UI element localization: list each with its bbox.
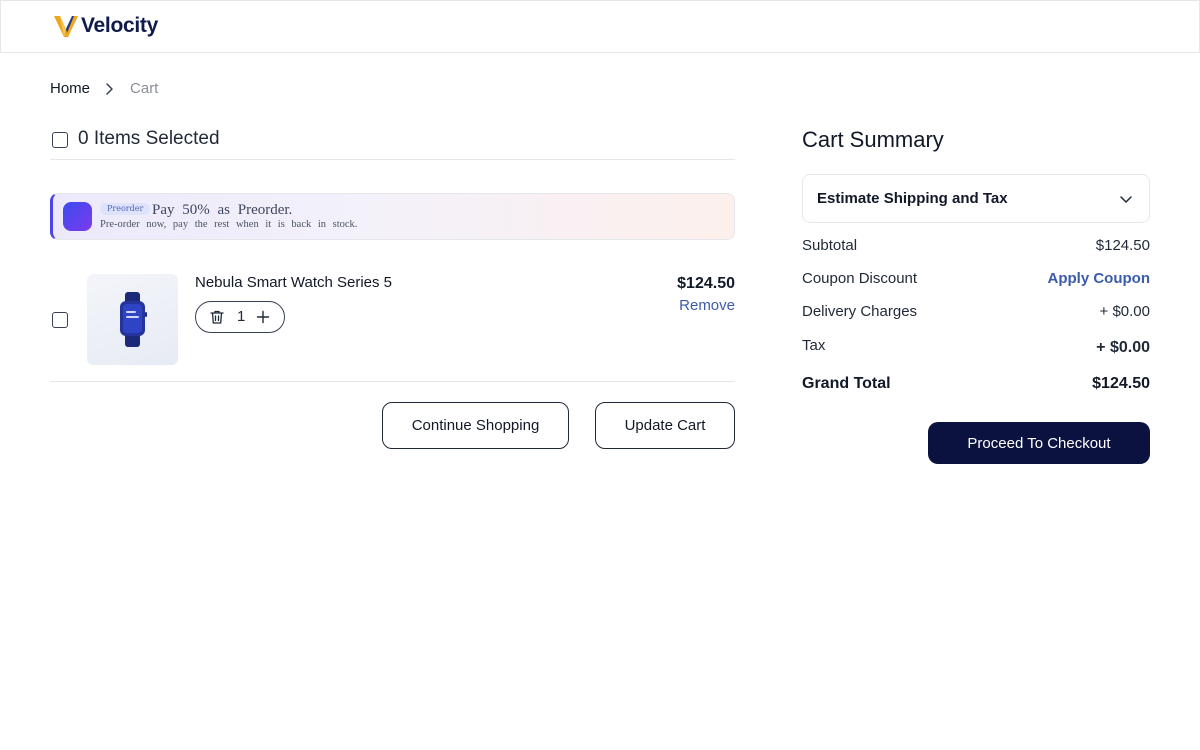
product-image[interactable] — [87, 274, 178, 365]
cart-summary-title: Cart Summary — [802, 127, 944, 152]
subtotal-label: Subtotal — [802, 237, 858, 254]
chevron-right-icon — [106, 82, 113, 95]
brand-name: Velocity — [81, 14, 158, 37]
apply-coupon-link[interactable]: Apply Coupon — [1048, 270, 1150, 287]
breadcrumb-home-link[interactable]: Home — [50, 80, 90, 97]
delivery-row: Delivery Charges + $0.00 — [802, 303, 1150, 320]
smart-watch-icon — [120, 292, 147, 347]
quantity-stepper: 1 — [195, 301, 285, 333]
breadcrumb-current: Cart — [130, 80, 159, 97]
select-all-row: 0 Items Selected — [50, 127, 735, 160]
tax-value: + $0.00 — [1096, 339, 1150, 356]
update-cart-button[interactable]: Update Cart — [595, 402, 735, 449]
estimate-shipping-label: Estimate Shipping and Tax — [817, 190, 1008, 207]
delivery-label: Delivery Charges — [802, 303, 918, 320]
item-price: $124.50 — [677, 275, 735, 292]
velocity-logo-icon — [54, 16, 78, 37]
grand-total-value: $124.50 — [1092, 375, 1150, 392]
tax-row: Tax + $0.00 — [802, 337, 1150, 356]
product-name[interactable]: Nebula Smart Watch Series 5 — [195, 274, 392, 291]
subtotal-row: Subtotal $124.50 — [802, 237, 1150, 254]
grand-total-label: Grand Total — [802, 375, 891, 392]
coupon-row: Coupon Discount Apply Coupon — [802, 270, 1150, 287]
select-all-checkbox[interactable] — [52, 132, 68, 148]
continue-shopping-button[interactable]: Continue Shopping — [382, 402, 569, 449]
estimate-shipping-dropdown[interactable]: Estimate Shipping and Tax — [802, 174, 1150, 223]
preorder-subtitle: Pre-order now, pay the rest when it is b… — [100, 219, 358, 230]
chevron-down-icon — [1120, 196, 1132, 203]
trash-icon[interactable] — [209, 309, 225, 325]
cart-item-row: Nebula Smart Watch Series 5 1 $124.50 Re… — [50, 260, 735, 382]
brand-logo[interactable]: Velocity — [53, 13, 158, 39]
items-selected-label: 0 Items Selected — [78, 128, 220, 149]
top-header: Velocity — [0, 0, 1200, 53]
proceed-to-checkout-button[interactable]: Proceed To Checkout — [928, 422, 1150, 464]
subtotal-value: $124.50 — [1095, 237, 1150, 254]
preorder-title: Pay 50% as Preorder. — [152, 202, 293, 218]
preorder-banner: Preorder Pay 50% as Preorder. Pre-order … — [50, 193, 735, 240]
breadcrumb: Home Cart — [50, 80, 158, 97]
quantity-value[interactable]: 1 — [237, 308, 245, 325]
preorder-badge-icon — [63, 202, 92, 231]
grand-total-row: Grand Total $124.50 — [802, 375, 1150, 393]
preorder-tag: Preorder — [100, 203, 151, 215]
tax-label: Tax — [802, 337, 826, 354]
remove-item-link[interactable]: Remove — [679, 297, 735, 314]
item-select-checkbox[interactable] — [52, 312, 68, 328]
delivery-value: + $0.00 — [1099, 303, 1150, 320]
coupon-label: Coupon Discount — [802, 270, 918, 287]
plus-icon[interactable] — [255, 309, 271, 325]
